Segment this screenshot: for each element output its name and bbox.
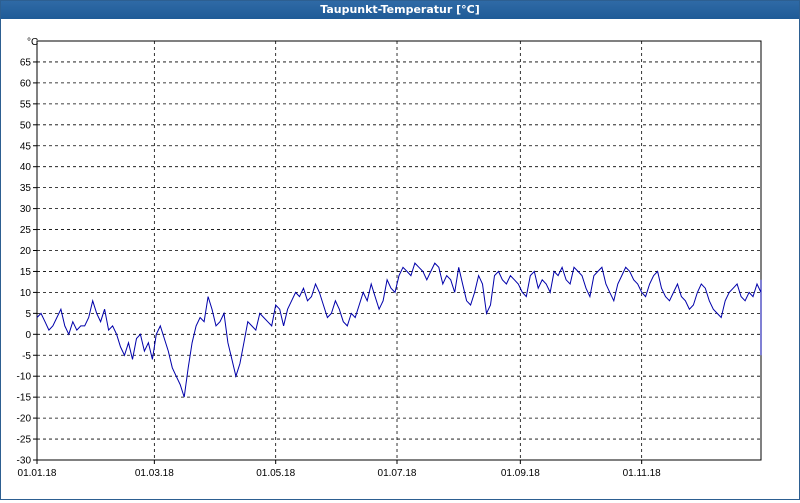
grid-lines xyxy=(37,41,761,461)
x-axis: 01.01.18 01.03.18 01.05.18 01.07.18 01.09.18… xyxy=(18,460,662,479)
y-tick-label: 55 xyxy=(20,99,32,110)
y-tick-label: 5 xyxy=(25,309,31,320)
chart-window: Taupunkt-Temperatur [°C] -30 -25 -20 -15 -10… xyxy=(0,0,800,500)
y-tick-label: 65 xyxy=(20,57,32,68)
x-tick-label: 01.09.18 xyxy=(501,468,540,479)
y-tick-label: -10 xyxy=(17,372,32,383)
y-axis-unit-label: °C xyxy=(27,37,38,48)
y-tick-label: 20 xyxy=(20,246,32,257)
x-tick-label: 01.01.18 xyxy=(18,468,57,479)
y-tick-label: -20 xyxy=(17,414,32,425)
y-tick-label: 60 xyxy=(20,78,32,89)
x-tick-label: 01.05.18 xyxy=(256,468,295,479)
y-tick-label: -15 xyxy=(17,393,32,404)
x-tick-label: 01.03.18 xyxy=(135,468,174,479)
x-tick-label: 01.11.18 xyxy=(623,468,662,479)
x-tick-label: 01.07.18 xyxy=(378,468,417,479)
dewpoint-chart: -30 -25 -20 -15 -10 -5 0 5 10 15 20 25 30 35 40 45 50 55 6… xyxy=(17,37,762,479)
y-tick-label: -5 xyxy=(22,351,31,362)
y-tick-label: 0 xyxy=(25,330,31,341)
series-line xyxy=(36,262,762,398)
y-tick-label: 40 xyxy=(20,162,32,173)
y-tick-label: 45 xyxy=(20,141,32,152)
y-tick-label: 50 xyxy=(20,120,32,131)
y-tick-label: 10 xyxy=(20,288,32,299)
y-tick-label: -25 xyxy=(17,435,32,446)
y-tick-label: 30 xyxy=(20,204,32,215)
y-tick-label: 15 xyxy=(20,267,32,278)
y-axis: -30 -25 -20 -15 -10 -5 0 5 10 15 20 25 30 35 40 45 50 55 6… xyxy=(17,57,37,467)
chart-area: -30 -25 -20 -15 -10 -5 0 5 10 15 20 25 30 35 40 45 50 55 6… xyxy=(1,19,799,499)
window-title: Taupunkt-Temperatur [°C] xyxy=(1,1,799,19)
y-tick-label: 35 xyxy=(20,183,32,194)
y-tick-label: -30 xyxy=(17,456,32,467)
y-tick-label: 25 xyxy=(20,225,32,236)
